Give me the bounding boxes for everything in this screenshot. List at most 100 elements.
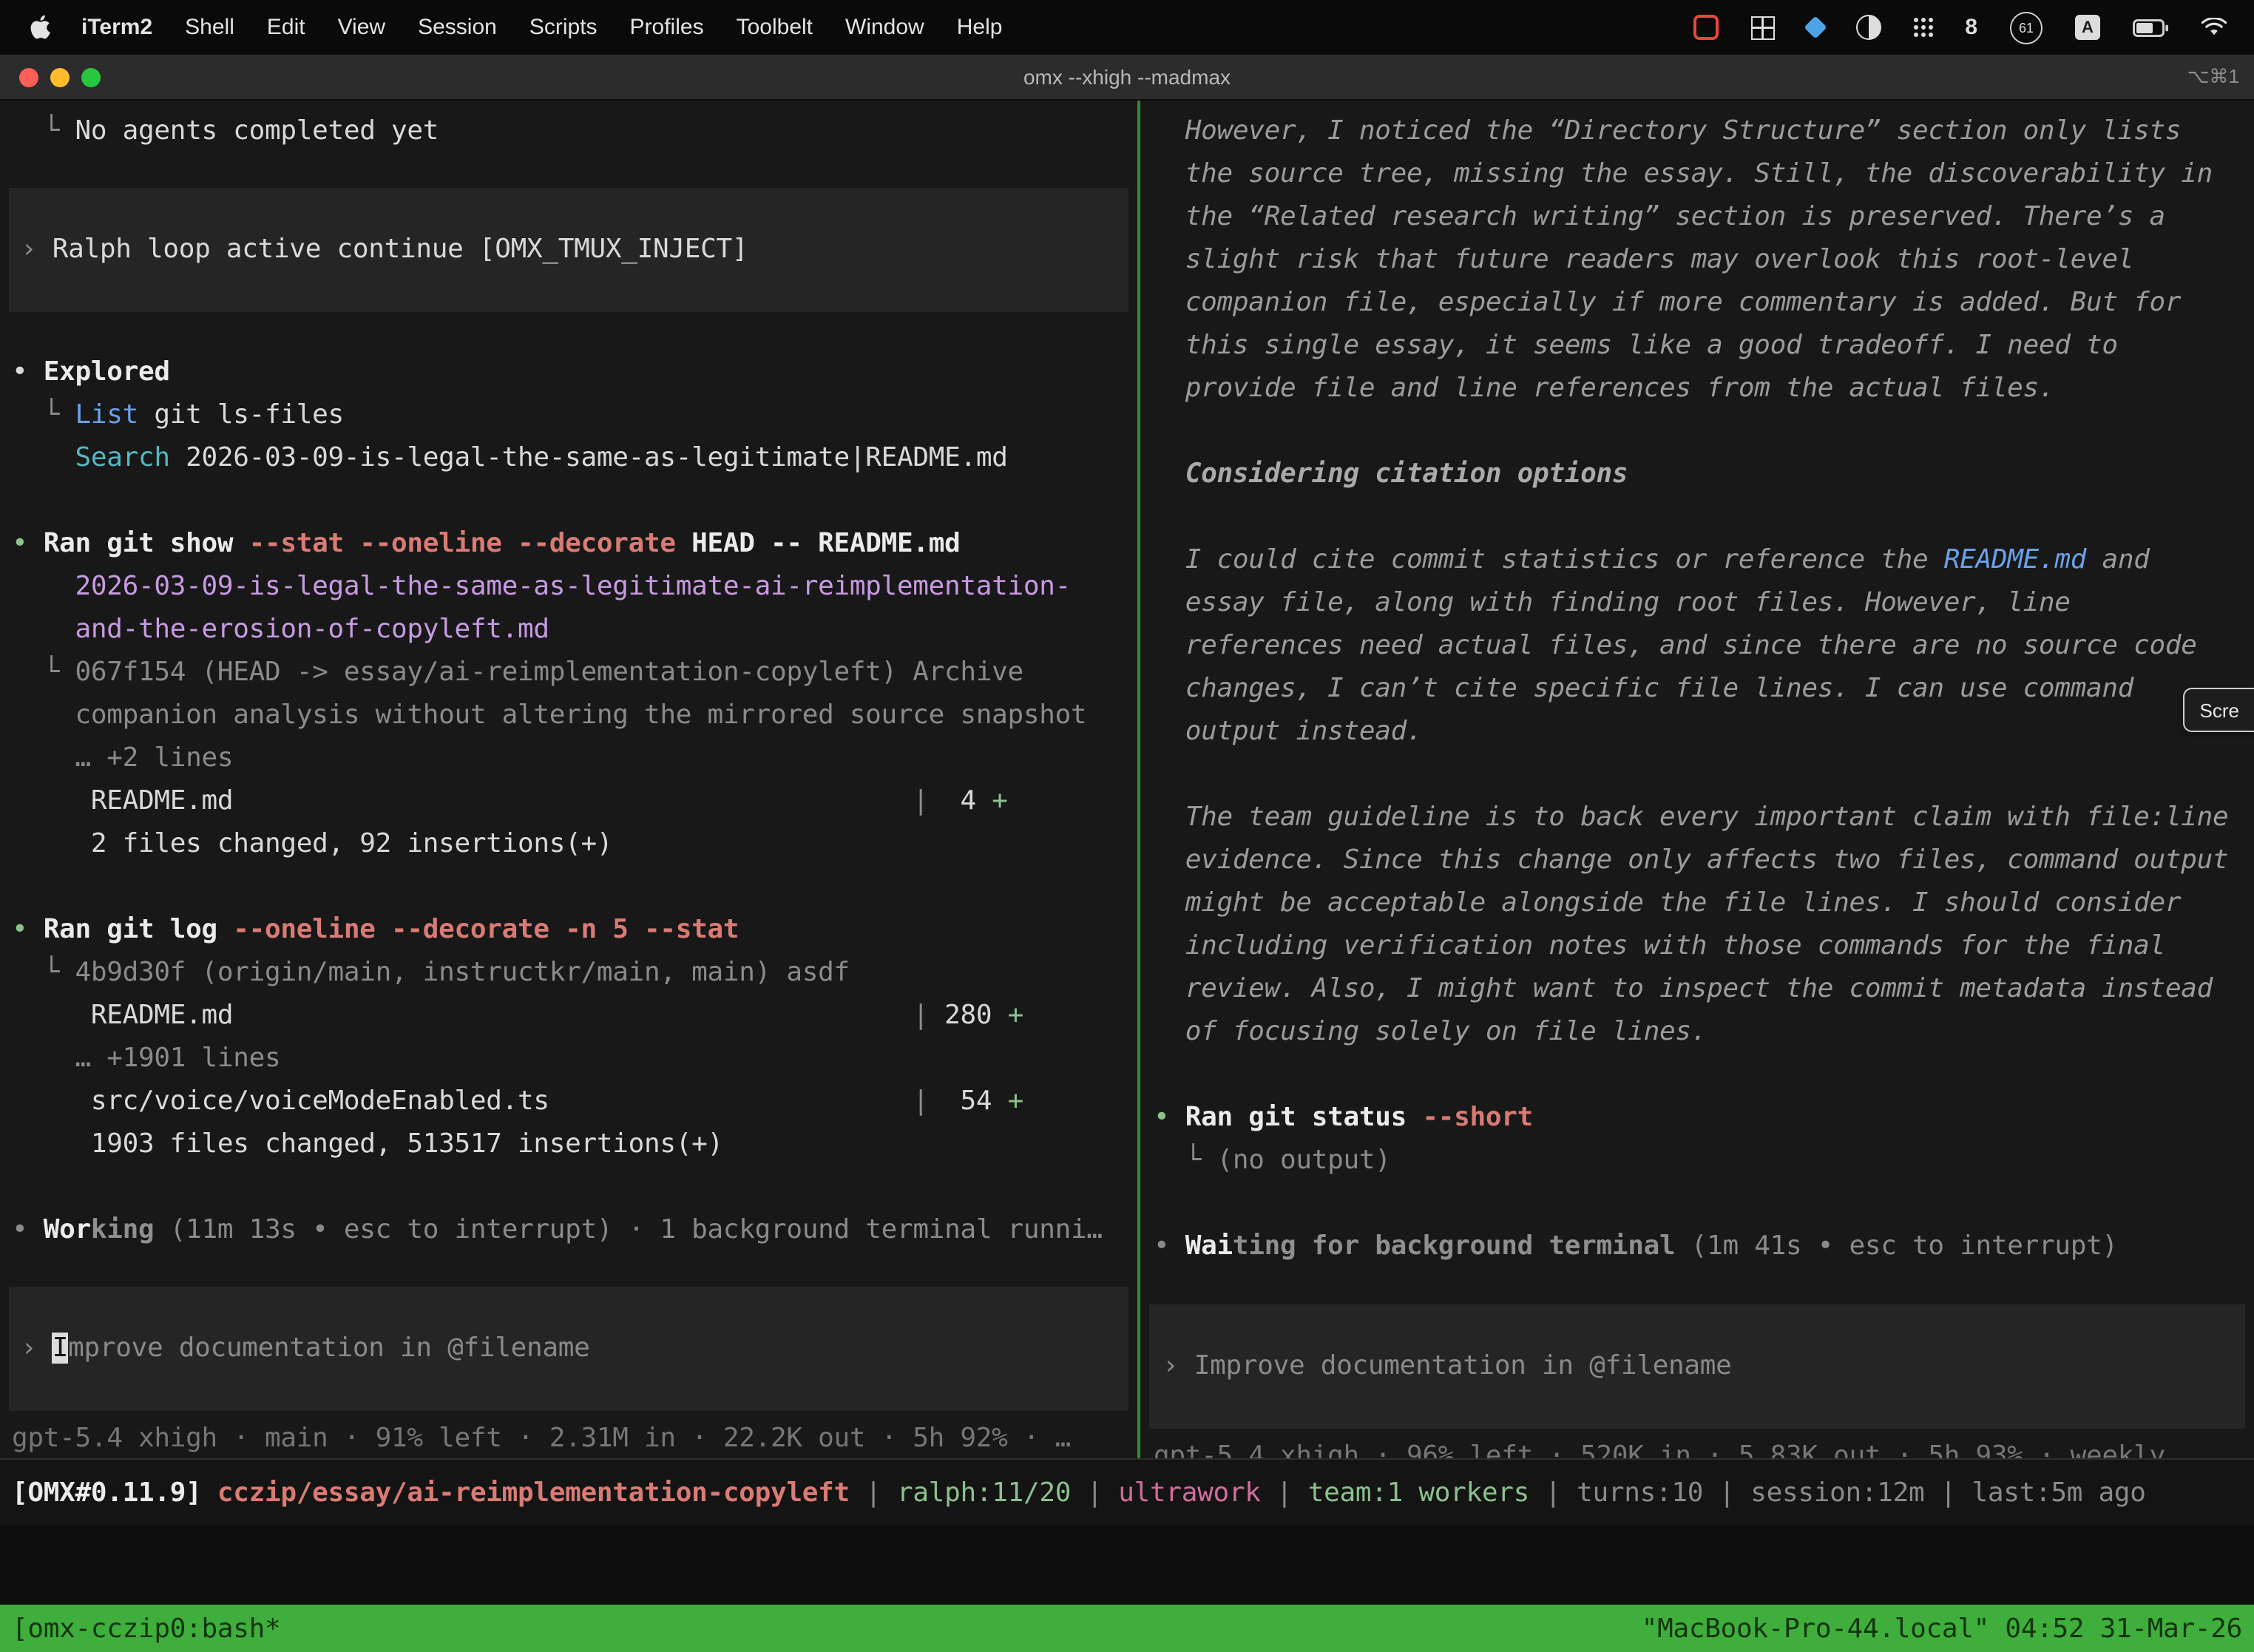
text-segment: git log [91,914,233,945]
menu-item-view[interactable]: View [322,15,402,40]
apple-menu[interactable] [15,15,65,40]
menu-item-window[interactable]: Window [829,15,941,40]
text-segment: • [1154,1230,1185,1262]
text-segment: the source tree, missing the essay. Stil… [1154,158,2213,189]
text-segment: | [1529,1477,1577,1508]
text-segment: | [1261,1477,1308,1508]
terminal-line: and-the-erosion-of-copyleft.md [0,608,1137,651]
text-segment: README.md [12,785,233,816]
text-segment: 1903 files changed, 513517 insertions(+) [12,1128,723,1160]
text-segment: --stat --oneline --decorate [249,528,676,559]
terminal-line: slight risk that future readers may over… [1140,238,2254,281]
text-segment: mprove documentation in @filename [68,1333,589,1364]
prompt-input[interactable]: › Improve documentation in @filename [1149,1304,2245,1429]
text-segment: README.md [1944,544,2086,575]
text-segment: Ralph loop active continue [OMX_TMUX_INJ… [53,234,748,265]
terminal-line: the source tree, missing the essay. Stil… [1140,152,2254,195]
screen-edge-chip[interactable]: Scre [2184,688,2254,732]
text-segment: HEAD -- README.md [676,528,961,559]
terminal-line: 2026-03-09-is-legal-the-same-as-legitima… [0,565,1137,608]
text-segment: essay file, along with finding root file… [1154,587,2071,618]
ralph-loop-banner: › Ralph loop active continue [OMX_TMUX_I… [9,188,1128,312]
dots-grid-icon[interactable] [1913,18,1932,37]
input-source-a-icon[interactable]: A [2075,15,2100,40]
text-segment: Ran [44,914,91,945]
text-segment: output instead. [1154,716,1422,747]
text-segment: review. Also, I might want to inspect th… [1154,973,2213,1004]
terminal-line: • Ran git status --short [1140,1096,2254,1139]
minimize-button[interactable] [50,67,70,87]
terminal-line: changes, I can’t cite specific file line… [1140,667,2254,710]
text-segment: › [21,234,53,265]
wifi-icon[interactable] [2201,18,2227,37]
text-segment: references need actual files, and since … [1154,630,2197,661]
box-line: › Improve documentation in @filename [1149,1349,1731,1384]
text-segment: companion analysis without altering the … [12,700,1086,731]
text-segment: No agents completed yet [75,115,439,146]
menu-item-iterm2[interactable]: iTerm2 [65,15,169,40]
box-line: › Ralph loop active continue [OMX_TMUX_I… [9,232,748,268]
text-segment: └ (no output) [1154,1145,1391,1176]
text-segment: git show [91,528,249,559]
terminal-line: Considering citation options [1140,453,2254,495]
text-segment: └ 4b9d30f (origin/main, instructkr/main,… [12,957,850,988]
contrast-circle-icon[interactable] [1855,15,1881,40]
battery-icon[interactable] [2133,18,2168,36]
text-segment: | [850,1477,897,1508]
spacer [0,312,1137,351]
text-segment: List [75,399,139,430]
terminal-line: references need actual files, and since … [1140,624,2254,667]
text-segment: (11m 13s • esc to interrupt) · 1 backgro… [154,1214,1102,1245]
terminal-line: • Explored [0,351,1137,393]
terminal-line: output instead. [1140,710,2254,753]
text-segment: However, I noticed the “Directory Struct… [1154,115,2181,146]
tmux-host-clock: "MacBook-Pro-44.local" 04:52 31-Mar-26 [1642,1613,2242,1644]
text-segment: • [12,914,44,945]
window-shortcut-badge: ⌥⌘1 [2187,65,2239,89]
text-segment: 280 [944,1000,1008,1031]
grid-icon[interactable] [1750,16,1774,39]
record-stop-icon[interactable] [1693,15,1718,40]
terminal-line [1140,1182,2254,1225]
menu-item-scripts[interactable]: Scripts [513,15,614,40]
blue-spark-icon[interactable] [1804,16,1827,38]
terminal-line: 2 files changed, 92 insertions(+) [0,822,1137,865]
text-segment: | [1703,1477,1750,1508]
terminal-line: gpt-5.4 xhigh · 96% left · 520K in · 5.8… [1140,1435,2254,1458]
terminal-line: • Working (11m 13s • esc to interrupt) ·… [0,1208,1137,1251]
text-segment: git status [1233,1102,1423,1133]
window-title-bar[interactable]: omx --xhigh --madmax ⌥⌘1 [0,55,2254,101]
terminal-line: README.md | 4 + [0,779,1137,822]
text-segment: gpt-5.4 xhigh · 96% left · 520K in · 5.8… [1154,1441,2197,1458]
terminal-line: └ No agents completed yet [0,109,1137,152]
text-segment: └ [12,399,75,430]
terminal-line: the “Related research writing” section i… [1140,195,2254,238]
menu-item-session[interactable]: Session [402,15,513,40]
menu-item-edit[interactable]: Edit [251,15,322,40]
left-terminal-pane[interactable]: └ No agents completed yet › Ralph loop ac… [0,101,1137,1458]
terminal-line: companion analysis without altering the … [0,694,1137,737]
text-segment: Wor [44,1214,91,1245]
text-segment: | [549,1086,961,1117]
right-terminal-pane[interactable]: However, I noticed the “Directory Struct… [1140,101,2254,1458]
terminal-line: companion file, especially if more comme… [1140,281,2254,324]
app-8-icon[interactable]: 8 [1965,15,1977,40]
terminal-line: • Ran git show --stat --oneline --decora… [0,522,1137,565]
menu-item-shell[interactable]: Shell [169,15,251,40]
menu-item-toolbelt[interactable]: Toolbelt [720,15,829,40]
menu-item-help[interactable]: Help [941,15,1019,40]
menu-items: iTerm2ShellEditViewSessionScriptsProfile… [15,15,1018,40]
prompt-input[interactable]: › Improve documentation in @filename [9,1287,1128,1411]
text-segment: team:1 workers [1308,1477,1529,1508]
close-button[interactable] [19,67,38,87]
terminal-line: 1903 files changed, 513517 insertions(+) [0,1123,1137,1165]
text-segment: slight risk that future readers may over… [1154,244,2133,275]
text-segment: --short [1422,1102,1533,1133]
text-segment: + [1008,1000,1023,1031]
terminal-line: evidence. Since this change only affects… [1140,839,2254,881]
battery-61-badge[interactable]: 61 [2010,11,2043,44]
text-segment: 2026-03-09-is-legal-the-same-as-legitima… [170,442,1008,473]
text-segment: evidence. Since this change only affects… [1154,844,2228,876]
menu-item-profiles[interactable]: Profiles [614,15,720,40]
zoom-button[interactable] [81,67,101,87]
